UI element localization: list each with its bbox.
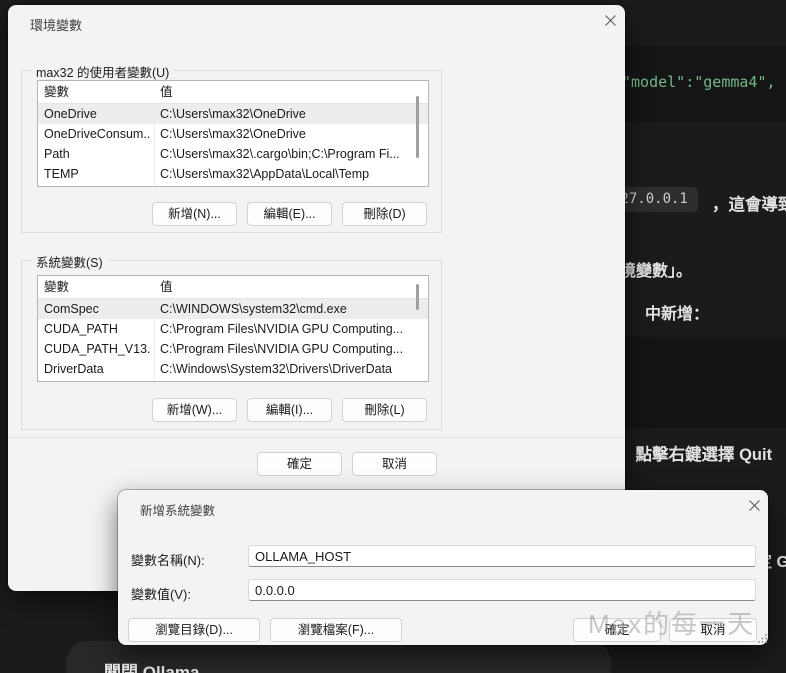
cell-variable: OneDrive: [44, 104, 150, 124]
watermark: Max的每一天: [588, 604, 755, 641]
table-row[interactable]: TEMP C:\Users\max32\AppData\Local\Temp: [38, 164, 428, 184]
user-delete-button[interactable]: 刪除(D): [342, 202, 427, 226]
cell-value: C:\Program Files\NVIDIA GPU Computing...: [160, 339, 415, 359]
cell-variable: DriverData: [44, 359, 150, 379]
dialog-title: 環境變數: [30, 15, 82, 34]
cell-value: C:\Users\max32\OneDrive: [160, 104, 415, 124]
close-button[interactable]: [745, 499, 763, 517]
table-row[interactable]: Path C:\Users\max32\.cargo\bin;C:\Progra…: [38, 144, 428, 164]
browse-file-button[interactable]: 瀏覽檔案(F)...: [270, 618, 402, 642]
user-edit-button[interactable]: 編輯(E)...: [247, 202, 332, 226]
table-row[interactable]: CUDA_PATH C:\Program Files\NVIDIA GPU Co…: [38, 319, 428, 339]
resize-grip[interactable]: [756, 631, 768, 643]
header-variable: 變數: [44, 276, 69, 298]
cell-value: C:\Windows\System32\Drivers\DriverData: [160, 359, 415, 379]
variable-name-input[interactable]: [248, 545, 756, 567]
close-icon: [748, 499, 761, 517]
table-row[interactable]: OneDriveConsum... C:\Users\max32\OneDriv…: [38, 124, 428, 144]
background-code-block: "model":"gemma4",: [620, 46, 786, 122]
cell-value: C:\Users\max32\.cargo\bin;C:\Program Fi.…: [160, 144, 415, 164]
variable-value-input[interactable]: [248, 579, 756, 601]
header-variable: 變數: [44, 81, 69, 103]
background-text: ，這會導致: [712, 191, 786, 215]
cell-variable: ComSpec: [44, 299, 150, 319]
system-variables-table: 變數 值 ComSpec C:\WINDOWS\system32\cmd.exe…: [37, 275, 429, 382]
table-header: 變數 值: [38, 276, 428, 299]
user-variables-group-label: max32 的使用者變數(U): [31, 62, 174, 81]
cell-variable: CUDA_PATH_V13...: [44, 339, 150, 359]
ok-button[interactable]: 確定: [257, 452, 342, 476]
cell-variable: Path: [44, 144, 150, 164]
background-text: 中新增：: [645, 300, 709, 324]
browse-directory-button[interactable]: 瀏覽目錄(D)...: [128, 618, 260, 642]
cell-variable: OneDriveConsum...: [44, 124, 150, 144]
variable-name-label: 變數名稱(N):: [131, 550, 205, 569]
scrollbar-thumb[interactable]: [416, 96, 419, 158]
table-row[interactable]: OneDrive C:\Users\max32\OneDrive: [38, 104, 428, 124]
close-icon: [604, 14, 617, 32]
cell-value: C:\WINDOWS\system32\cmd.exe: [160, 299, 415, 319]
header-value: 值: [160, 276, 173, 298]
background-bottom-card: 關閉 Ollama: [66, 641, 611, 673]
background-text: ，點擊右鍵選擇 Quit: [619, 441, 772, 465]
table-row[interactable]: DriverData C:\Windows\System32\Drivers\D…: [38, 359, 428, 379]
variable-value-label: 變數值(V):: [131, 584, 191, 603]
system-new-button[interactable]: 新增(W)...: [152, 398, 237, 422]
close-button[interactable]: [601, 14, 619, 32]
user-new-button[interactable]: 新增(N)...: [152, 202, 237, 226]
system-delete-button[interactable]: 刪除(L): [342, 398, 427, 422]
system-variables-group-label: 系統變數(S): [31, 252, 108, 271]
screen: "model":"gemma4", 127.0.0.1 ，這會導致 環境變數」。…: [0, 0, 786, 673]
cell-variable: TEMP: [44, 164, 150, 184]
table-header: 變數 值: [38, 81, 428, 104]
user-variables-table: 變數 值 OneDrive C:\Users\max32\OneDrive On…: [37, 80, 429, 187]
scrollbar-thumb[interactable]: [416, 284, 419, 310]
code-text: "model":"gemma4",: [622, 73, 776, 91]
header-value: 值: [160, 81, 173, 103]
cell-value: C:\Users\max32\AppData\Local\Temp: [160, 164, 415, 184]
close-ollama-button[interactable]: 關閉 Ollama: [104, 658, 199, 673]
table-row[interactable]: ComSpec C:\WINDOWS\system32\cmd.exe: [38, 299, 428, 319]
cell-value: C:\Users\max32\OneDrive: [160, 124, 415, 144]
dialog-title: 新增系統變數: [140, 500, 215, 519]
cancel-button[interactable]: 取消: [352, 452, 437, 476]
background-code-block-2: [625, 337, 786, 428]
cell-value: C:\Program Files\NVIDIA GPU Computing...: [160, 319, 415, 339]
system-edit-button[interactable]: 編輯(I)...: [247, 398, 332, 422]
cell-variable: CUDA_PATH: [44, 319, 150, 339]
footer-divider: [8, 437, 625, 438]
table-row[interactable]: CUDA_PATH_V13... C:\Program Files\NVIDIA…: [38, 339, 428, 359]
